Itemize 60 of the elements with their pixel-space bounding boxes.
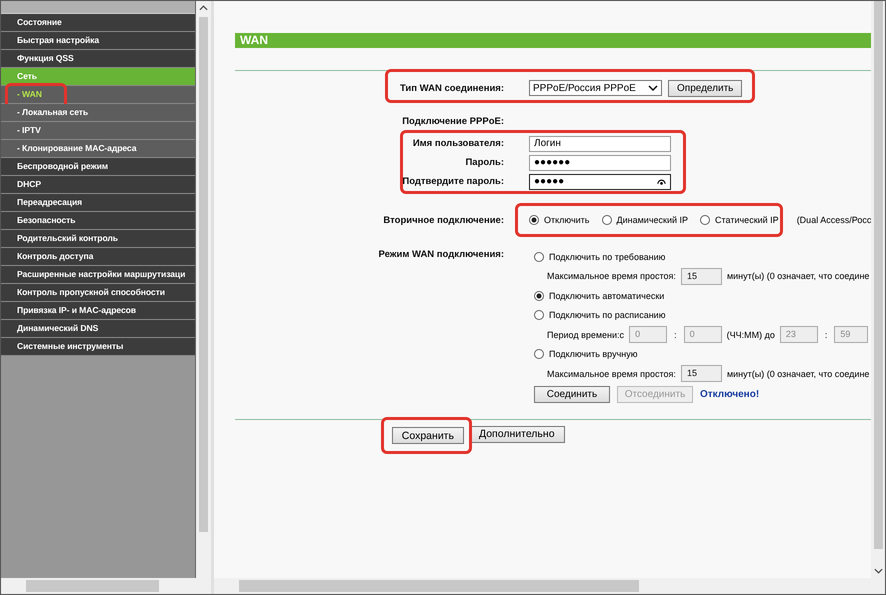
status-text: Отключено! xyxy=(700,388,760,400)
sidebar-item[interactable]: Беспроводной режим xyxy=(1,158,195,176)
field-label: Подтвердите пароль: xyxy=(401,176,504,187)
sidebar-item[interactable]: Системные инструменты xyxy=(1,338,195,356)
field-label: Пароль: xyxy=(464,157,504,168)
input-field[interactable]: Логин xyxy=(529,136,671,152)
connection-type-select[interactable]: PPPoE/Россия PPPoE xyxy=(529,80,662,96)
option-label: Подключить автоматически xyxy=(549,290,664,301)
sidebar-item[interactable]: Быстрая настройка xyxy=(1,32,195,50)
field-label: Максимальное время простоя: xyxy=(547,368,676,379)
sidebar-item[interactable]: - Локальная сеть xyxy=(1,104,195,122)
hint-text: минут(ы) (0 означает, что соедине xyxy=(726,368,870,379)
detect-button[interactable]: Определить xyxy=(668,80,742,96)
radio-button[interactable] xyxy=(700,215,710,225)
section-heading: Подключение PPPoE: xyxy=(401,116,504,126)
sidebar-item[interactable]: Состояние xyxy=(1,14,195,32)
sidebar-item[interactable]: Родительский контроль xyxy=(1,230,195,248)
option-label: Подключить по расписанию xyxy=(549,310,666,320)
input-field[interactable]: ●●●●● xyxy=(529,174,671,190)
sidebar-item[interactable]: DHCP xyxy=(1,176,195,194)
radio-button[interactable] xyxy=(529,215,539,225)
sidebar-item[interactable]: Расширенные настройки маршрутизаци xyxy=(1,266,195,284)
field-label: Имя пользователя: xyxy=(412,138,504,149)
sidebar-item[interactable]: Привязка IP- и MAC-адресов xyxy=(1,302,195,320)
connect-button[interactable]: Соединить xyxy=(534,386,610,402)
option-label: Статический IP xyxy=(715,215,779,225)
field-label: Вторичное подключение: xyxy=(382,214,504,226)
sidebar-item[interactable]: - IPTV xyxy=(1,122,195,140)
sidebar-item[interactable]: Функция QSS xyxy=(1,50,195,68)
separator-text: : xyxy=(824,330,828,340)
field-label: Тип WAN соединения: xyxy=(398,82,504,94)
input-field[interactable]: 15 xyxy=(680,365,722,382)
option-label: Отключить xyxy=(544,215,590,225)
radio-button[interactable] xyxy=(534,290,544,301)
sidebar-item[interactable]: Динамический DNS xyxy=(1,320,195,338)
radio-button[interactable] xyxy=(602,215,612,225)
option-label: Подключить вручную xyxy=(549,349,638,360)
field-label: Максимальное время простоя: xyxy=(547,271,676,282)
note-text: (Dual Access/Росс xyxy=(796,215,872,225)
radio-button[interactable] xyxy=(534,349,544,360)
radio-button[interactable] xyxy=(534,252,544,262)
input-field[interactable]: ●●●●●● xyxy=(529,154,671,170)
field-label: (ЧЧ:ММ) до xyxy=(726,330,775,340)
section-title: WAN xyxy=(235,33,872,48)
eye-icon[interactable] xyxy=(657,178,666,184)
sidebar-item[interactable]: Переадресация xyxy=(1,194,195,212)
radio-button[interactable] xyxy=(534,310,544,320)
save-button[interactable]: Сохранить xyxy=(392,427,464,444)
field-label: Режим WAN подключения: xyxy=(378,248,504,260)
sidebar-item[interactable]: Безопасность xyxy=(1,212,195,230)
input-field[interactable]: 15 xyxy=(680,268,722,285)
option-label: Подключить по требованию xyxy=(549,252,666,262)
option-label: Динамический IP xyxy=(616,215,688,225)
separator-text: : xyxy=(674,330,677,340)
hint-text: минут(ы) (0 означает, что соедине xyxy=(726,271,870,282)
field-label: Период времени:с xyxy=(547,330,624,340)
sidebar-item[interactable]: - WAN xyxy=(1,86,195,104)
sidebar-item[interactable]: Контроль пропускной способности xyxy=(1,284,195,302)
sidebar-item[interactable]: - Клонирование MAC-адреса xyxy=(1,140,195,158)
sidebar-item[interactable]: Контроль доступа xyxy=(1,248,195,266)
